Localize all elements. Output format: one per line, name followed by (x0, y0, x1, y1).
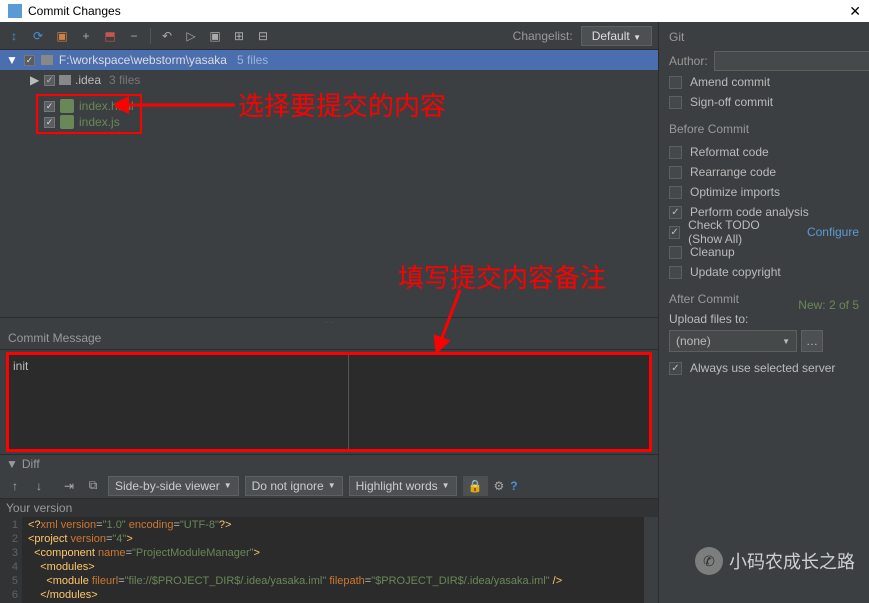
add-icon[interactable]: + (78, 28, 94, 44)
tree-blank-area (0, 134, 658, 317)
file-row[interactable]: ✓ index.html (44, 98, 134, 114)
author-input[interactable] (714, 51, 869, 71)
optimize-label: Optimize imports (690, 185, 780, 199)
code-editor[interactable]: 123456 <?xml version="1.0" encoding="UTF… (0, 517, 658, 603)
folder-icon (59, 75, 71, 85)
lock-icon[interactable]: 🔒 (463, 476, 488, 496)
group-icon[interactable]: ▣ (207, 28, 223, 44)
revert-icon[interactable]: ↶ (159, 28, 175, 44)
diff-header[interactable]: ▼ Diff (0, 454, 658, 473)
file-checkbox[interactable]: ✓ (44, 101, 55, 112)
refresh-icon[interactable]: ⟳ (30, 28, 46, 44)
scrollbar[interactable] (644, 517, 658, 603)
file-icon (60, 115, 74, 129)
jump-icon[interactable]: ⇥ (60, 477, 78, 495)
file-name: index.js (79, 115, 120, 129)
wechat-icon: ✆ (695, 547, 723, 575)
right-panel: Git Author: Amend commit Sign-off commit… (659, 22, 869, 603)
watermark-text: 小码农成长之路 (729, 548, 855, 574)
copyright-checkbox[interactable] (669, 266, 682, 279)
before-commit-section: Before Commit (669, 122, 859, 136)
reformat-label: Reformat code (690, 145, 769, 159)
toolbar: ↕ ⟳ ▣ + ⬒ − ↶ ▷ ▣ ⊞ ⊟ Changelist: Defaul… (0, 22, 658, 50)
analysis-checkbox[interactable] (669, 206, 682, 219)
changelist-icon[interactable]: ▣ (54, 28, 70, 44)
always-server-checkbox[interactable] (669, 362, 682, 375)
optimize-checkbox[interactable] (669, 186, 682, 199)
collapse-icon[interactable]: ⊟ (255, 28, 271, 44)
ignore-select[interactable]: Do not ignore▼ (245, 476, 343, 496)
expand-tri-icon[interactable]: ▶ (30, 73, 40, 87)
author-label: Author: (669, 54, 708, 68)
gutter: 123456 (0, 517, 22, 603)
separator (150, 28, 151, 44)
viewer-select[interactable]: Side-by-side viewer▼ (108, 476, 239, 496)
root-path: F:\workspace\webstorm\yasaka (59, 53, 227, 67)
amend-label: Amend commit (690, 75, 770, 89)
signoff-checkbox[interactable] (669, 96, 682, 109)
changelist-label: Changelist: (513, 29, 573, 43)
file-name: index.html (79, 99, 134, 113)
your-version-label: Your version (0, 499, 658, 517)
diff-toolbar: ↑ ↓ ⇥ ⧉ Side-by-side viewer▼ Do not igno… (0, 473, 658, 499)
upload-label: Upload files to: (669, 312, 859, 326)
highlight-select[interactable]: Highlight words▼ (349, 476, 457, 496)
folder-checkbox[interactable]: ✓ (44, 75, 55, 86)
prev-diff-icon[interactable]: ↑ (6, 477, 24, 495)
folder-count: 3 files (109, 73, 140, 87)
move-icon[interactable]: ▷ (183, 28, 199, 44)
root-count: 5 files (237, 53, 268, 67)
rearrange-checkbox[interactable] (669, 166, 682, 179)
commit-message-input[interactable] (13, 359, 344, 445)
changelist-dropdown[interactable]: Default ▼ (581, 26, 652, 46)
upload-select[interactable]: (none)▼ (669, 330, 797, 352)
show-diff-icon[interactable]: ↕ (6, 28, 22, 44)
todo-checkbox[interactable] (669, 226, 680, 239)
gear-icon[interactable]: ⚙ (494, 479, 505, 493)
file-checkbox[interactable]: ✓ (44, 117, 55, 128)
copyright-label: Update copyright (690, 265, 781, 279)
expand-icon[interactable]: ⊞ (231, 28, 247, 44)
tree-folder-idea[interactable]: ▶ ✓ .idea 3 files (30, 72, 658, 88)
upload-browse-button[interactable]: … (801, 330, 823, 352)
compare-icon[interactable]: ⧉ (84, 477, 102, 495)
tree-root[interactable]: ▼ ✓ F:\workspace\webstorm\yasaka 5 files (0, 50, 658, 70)
window-title: Commit Changes (28, 4, 121, 18)
delete-icon[interactable]: ⬒ (102, 28, 118, 44)
git-section: Git (669, 30, 859, 44)
annotation-box-commit (6, 352, 652, 452)
watermark: ✆ 小码农成长之路 (695, 547, 855, 575)
remove-icon[interactable]: − (126, 28, 142, 44)
diff-label: Diff (22, 457, 40, 471)
reformat-checkbox[interactable] (669, 146, 682, 159)
new-count: New: 2 of 5 (798, 298, 859, 312)
configure-link[interactable]: Configure (807, 225, 859, 239)
titlebar: Commit Changes ✕ (0, 0, 869, 22)
expand-tri-icon[interactable]: ▼ (6, 457, 18, 471)
file-icon (60, 99, 74, 113)
app-icon (8, 4, 22, 18)
commit-preview (349, 355, 649, 449)
next-diff-icon[interactable]: ↓ (30, 477, 48, 495)
annotation-box-files: ✓ index.html ✓ index.js (36, 94, 142, 134)
folder-icon (41, 55, 53, 65)
analysis-label: Perform code analysis (690, 205, 809, 219)
cleanup-checkbox[interactable] (669, 246, 682, 259)
commit-message-label: Commit Message (0, 327, 658, 350)
cleanup-label: Cleanup (690, 245, 735, 259)
rearrange-label: Rearrange code (690, 165, 776, 179)
always-server-label: Always use selected server (690, 361, 835, 375)
splitter-grip[interactable]: ···· (0, 317, 658, 327)
signoff-label: Sign-off commit (690, 95, 773, 109)
folder-name: .idea (75, 73, 101, 87)
todo-label: Check TODO (Show All) (688, 218, 795, 246)
root-checkbox[interactable]: ✓ (24, 55, 35, 66)
help-icon[interactable]: ? (510, 479, 517, 493)
amend-checkbox[interactable] (669, 76, 682, 89)
close-icon[interactable]: ✕ (849, 3, 861, 20)
source[interactable]: <?xml version="1.0" encoding="UTF-8"?> <… (22, 517, 644, 603)
expand-tri-icon[interactable]: ▼ (6, 53, 18, 67)
file-row[interactable]: ✓ index.js (44, 114, 134, 130)
